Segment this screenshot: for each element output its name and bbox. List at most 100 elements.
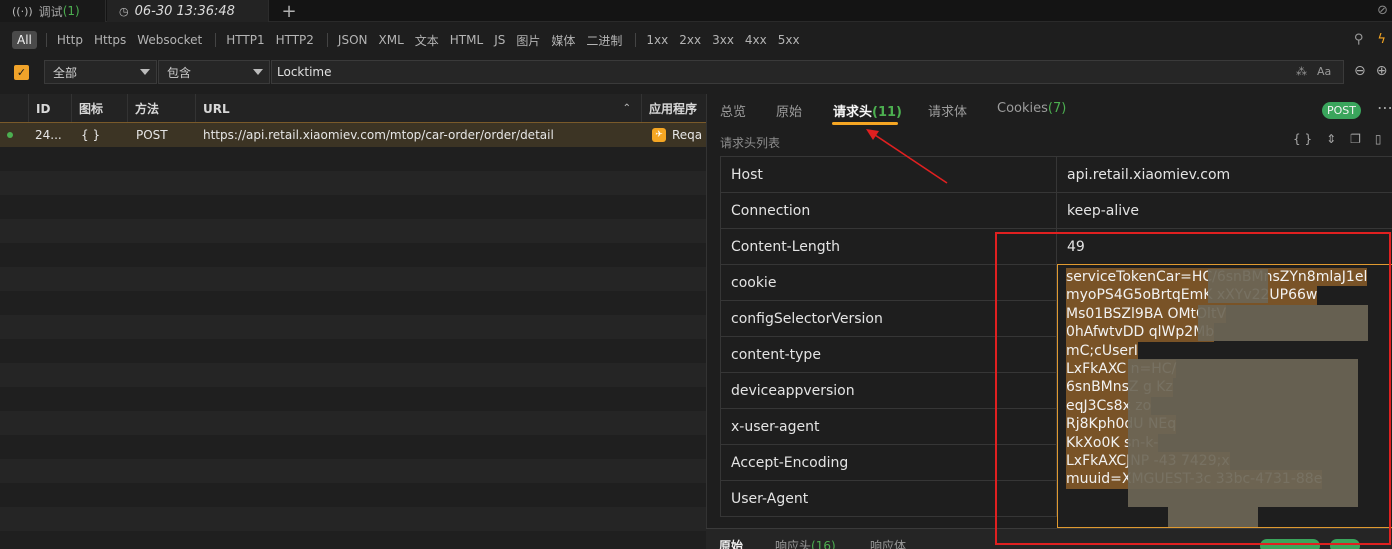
tab-debug[interactable]: ((·)) 调试 (1) — [0, 0, 106, 22]
tab-request-headers[interactable]: 请求头(11) — [833, 101, 902, 120]
cookie-text: myoPS4G5oBrtqEmK xXYv22UP66w — [1066, 286, 1318, 305]
filter-text[interactable]: 文本 — [411, 30, 443, 51]
add-filter-icon[interactable]: ⊕ — [1376, 63, 1388, 79]
tab-request-headers-label: 请求头 — [833, 105, 873, 120]
cookie-text: 0hAfwtvDD qlWp2Mb — [1066, 323, 1215, 342]
tab-response-body[interactable]: 响应体 — [870, 537, 906, 549]
tab-raw-label: 原始 — [776, 105, 803, 120]
filter-json[interactable]: JSON — [334, 31, 372, 49]
search-scope-value: 全部 — [53, 65, 78, 80]
filter-all[interactable]: All — [12, 31, 37, 49]
request-rows: 24... { } POST https://api.retail.xiaomi… — [0, 122, 706, 549]
add-tab-button[interactable]: + — [278, 0, 300, 22]
search-scope-select[interactable]: 全部 — [44, 60, 157, 84]
table-row — [0, 171, 706, 195]
table-row — [0, 483, 706, 507]
header-value: 49 — [1067, 239, 1085, 255]
tab-session[interactable]: ◷ 06-30 13:36:48 — [107, 0, 269, 22]
filter-3xx[interactable]: 3xx — [708, 31, 738, 49]
table-row — [0, 219, 706, 243]
tab-response-headers[interactable]: 响应头(16) — [775, 537, 836, 549]
column-method[interactable]: 方法 — [127, 94, 195, 123]
lightning-icon[interactable]: ϟ — [1377, 32, 1386, 47]
row-app: ✈ Reqa — [652, 123, 706, 147]
header-key: deviceappversion — [721, 373, 1057, 409]
redaction-blur — [1208, 269, 1268, 303]
copy-icon[interactable]: ❐ — [1350, 132, 1361, 146]
column-url[interactable]: URL ⌃ — [195, 94, 641, 123]
tab-response-headers-count: (16) — [811, 539, 836, 549]
search-row-buttons: ⊖ ⊕ — [1354, 63, 1387, 79]
status-code-badge — [1330, 539, 1360, 549]
cookie-text: mC;cUserI — [1066, 341, 1138, 361]
filter-websocket[interactable]: Websocket — [133, 31, 206, 49]
redaction-blur — [1128, 359, 1358, 507]
table-row — [0, 507, 706, 531]
tab-cookies[interactable]: Cookies(7) — [997, 101, 1066, 116]
column-url-label: URL — [203, 101, 230, 116]
header-key: Host — [721, 157, 1057, 193]
table-row — [0, 387, 706, 411]
request-list: ID 图标 方法 URL ⌃ 应用程序 24... { } POST https… — [0, 94, 706, 549]
header-value: keep-alive — [1067, 203, 1140, 219]
column-app[interactable]: 应用程序 — [641, 94, 706, 123]
table-row[interactable]: 24... { } POST https://api.retail.xiaomi… — [0, 122, 706, 148]
filter-1xx[interactable]: 1xx — [642, 31, 672, 49]
filter-http[interactable]: Http — [53, 31, 87, 49]
table-row[interactable]: Content-Length 49 — [720, 229, 1392, 265]
request-detail: 总览 原始 请求头(11) 请求体 Cookies(7) POST ⋯ 请求头列… — [706, 94, 1392, 549]
search-enable-checkbox[interactable]: ✓ — [14, 65, 29, 80]
column-id[interactable]: ID — [28, 94, 71, 123]
header-key: configSelectorVersion — [721, 301, 1057, 337]
row-url: https://api.retail.xiaomiev.com/mtop/car… — [203, 128, 554, 142]
case-sensitive-toggle[interactable]: Aa — [1317, 65, 1331, 78]
filter-html[interactable]: HTML — [446, 31, 487, 49]
table-row — [0, 195, 706, 219]
headers-list-label: 请求头列表 — [720, 136, 781, 150]
filter-binary[interactable]: 二进制 — [582, 30, 626, 51]
cookie-line: mC;cUserI — [1066, 341, 1392, 361]
filter-media[interactable]: 媒体 — [547, 30, 579, 51]
protocol-badge — [1260, 539, 1320, 549]
response-tabs: 原始 响应头(16) 响应体 — [706, 528, 1392, 549]
filter-4xx[interactable]: 4xx — [741, 31, 771, 49]
divider — [45, 33, 47, 47]
expand-icon[interactable]: ⇕ — [1326, 132, 1336, 146]
filter-http2[interactable]: HTTP2 — [272, 31, 318, 49]
tab-session-label: 06-30 13:36:48 — [134, 3, 235, 19]
filter-5xx[interactable]: 5xx — [774, 31, 804, 49]
divider — [635, 33, 637, 47]
session-tabs: ((·)) 调试 (1) ◷ 06-30 13:36:48 + ⊘ — [0, 0, 1392, 22]
search-options: ⁂ Aa — [1296, 65, 1331, 78]
filter-2xx[interactable]: 2xx — [675, 31, 705, 49]
tab-response-headers-label: 响应头 — [775, 539, 812, 549]
table-row[interactable]: Connection keep-alive — [720, 193, 1392, 229]
redaction-blur — [1198, 305, 1368, 341]
tab-raw[interactable]: 原始 — [776, 101, 802, 120]
regex-icon[interactable]: ⁂ — [1296, 65, 1307, 78]
remove-filter-icon[interactable]: ⊖ — [1354, 63, 1366, 79]
filter-image[interactable]: 图片 — [512, 30, 544, 51]
cookie-value-expanded[interactable]: serviceTokenCar=HC/6snBMnsZYn8mlaJ1el my… — [1057, 264, 1392, 528]
filter-xml[interactable]: XML — [375, 31, 408, 49]
filter-http1[interactable]: HTTP1 — [222, 31, 268, 49]
filter-js[interactable]: JS — [490, 31, 509, 49]
search-operator-select[interactable]: 包含 — [158, 60, 270, 84]
more-icon[interactable]: ⋯ — [1377, 98, 1392, 117]
braces-icon[interactable]: { } — [1293, 132, 1312, 146]
table-row[interactable]: Host api.retail.xiaomiev.com — [720, 157, 1392, 193]
filter-https[interactable]: Https — [90, 31, 130, 49]
tab-request-body[interactable]: 请求体 — [928, 101, 967, 120]
column-icon[interactable]: 图标 — [71, 94, 127, 123]
pin-off-icon[interactable]: ⊘ — [1377, 3, 1388, 18]
tab-response-raw[interactable]: 原始 — [719, 537, 743, 549]
search-input[interactable] — [271, 60, 1344, 84]
row-method: POST — [136, 128, 168, 142]
tab-overview[interactable]: 总览 — [720, 101, 746, 120]
tab-overview-label: 总览 — [720, 105, 747, 120]
pin-icon[interactable]: ⚲ — [1354, 32, 1364, 47]
file-icon[interactable]: ▯ — [1375, 132, 1382, 146]
header-key: x-user-agent — [721, 409, 1057, 445]
chevron-down-icon — [253, 69, 263, 75]
json-icon: { } — [81, 128, 101, 142]
